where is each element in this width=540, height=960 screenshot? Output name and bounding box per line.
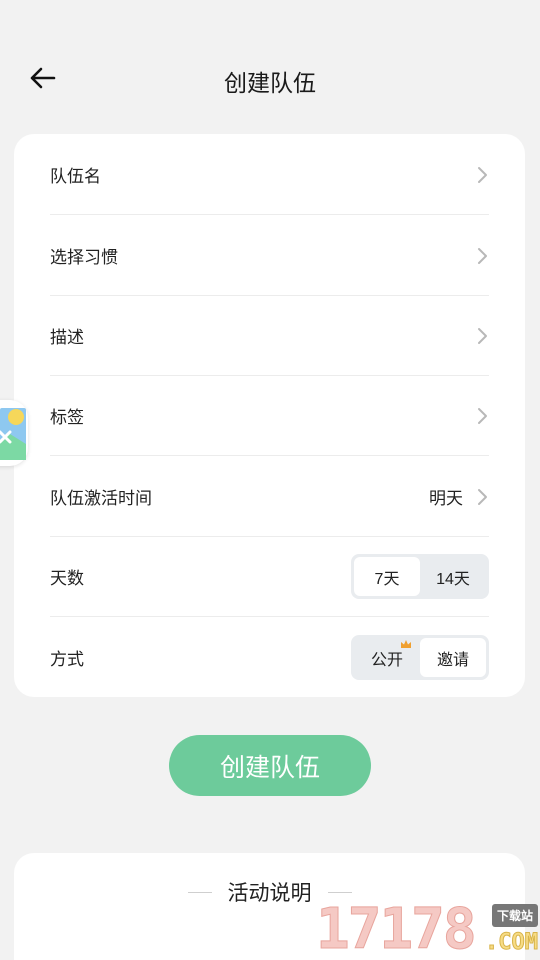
watermark-tag: 下载站 (491, 904, 538, 927)
row-label: 队伍激活时间 (50, 489, 152, 508)
days-option-14[interactable]: 14天 (420, 557, 486, 596)
chevron-right-icon (478, 407, 487, 424)
create-team-button[interactable]: 创建队伍 (169, 735, 371, 796)
row-days: 天数 7天 14天 (50, 536, 489, 617)
row-label: 方式 (50, 650, 84, 669)
row-label: 描述 (50, 328, 84, 347)
mode-segmented-control: 公开 邀请 (351, 635, 489, 680)
chevron-right-icon (478, 247, 487, 264)
mode-option-invite[interactable]: 邀请 (420, 638, 486, 677)
watermark-number: 17178 (316, 897, 478, 960)
chevron-right-icon (478, 166, 487, 183)
row-label: 天数 (50, 569, 84, 588)
chevron-right-icon (478, 488, 487, 505)
row-description[interactable]: 描述 (50, 295, 489, 376)
days-segmented-control: 7天 14天 (351, 554, 489, 599)
row-select-habit[interactable]: 选择习惯 (50, 215, 489, 296)
row-activation-time[interactable]: 队伍激活时间 明天 (50, 456, 489, 537)
row-mode: 方式 公开 邀请 (50, 617, 489, 698)
row-team-name[interactable]: 队伍名 (50, 134, 489, 215)
chevron-right-icon (478, 327, 487, 344)
image-icon (0, 408, 26, 460)
days-option-7[interactable]: 7天 (354, 557, 420, 596)
activation-value: 明天 (429, 489, 463, 508)
watermark-logo: 17178 下载站 .COM (316, 897, 540, 960)
row-right: 明天 (429, 484, 489, 509)
row-label: 队伍名 (50, 167, 101, 186)
divider-line (187, 891, 212, 893)
info-title: 活动说明 (227, 882, 312, 905)
page-title: 创建队伍 (224, 70, 316, 96)
crown-icon (401, 640, 411, 648)
form-card: 队伍名 选择习惯 描述 标签 队伍激活时间 明天 天数 7天 14天 方式 公开 (14, 134, 525, 697)
mode-option-public[interactable]: 公开 (354, 638, 420, 677)
divider-line (327, 891, 352, 893)
watermark-domain: .COM (485, 930, 539, 956)
row-label: 标签 (50, 408, 84, 427)
app-header: 创建队伍 (0, 40, 540, 116)
floating-widget[interactable] (0, 400, 28, 466)
mode-option-public-label: 公开 (370, 651, 403, 669)
row-label: 选择习惯 (50, 248, 118, 267)
row-tags[interactable]: 标签 (50, 375, 489, 456)
